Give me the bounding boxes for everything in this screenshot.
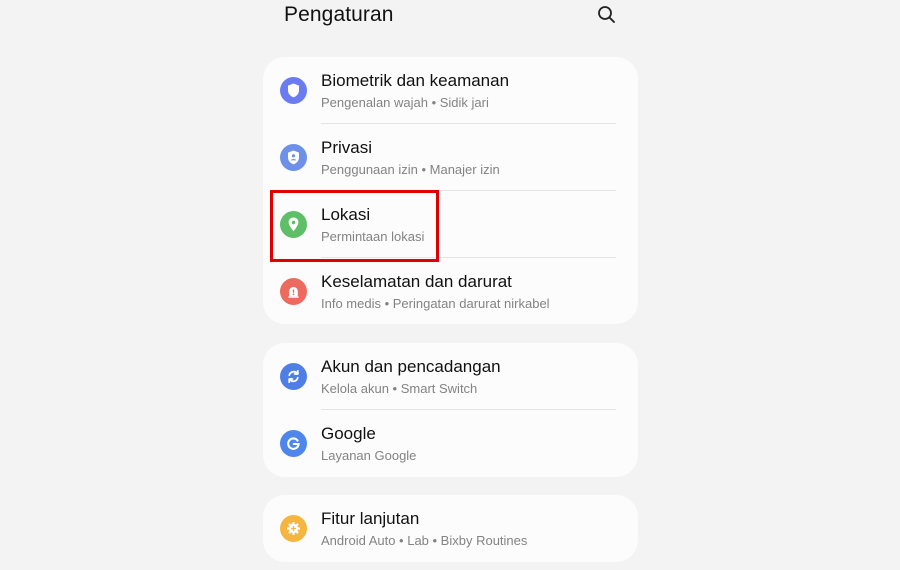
settings-item-google[interactable]: Google Layanan Google [263, 410, 638, 477]
item-title: Akun dan pencadangan [321, 357, 501, 376]
page-title: Pengaturan [284, 3, 394, 26]
item-title: Biometrik dan keamanan [321, 71, 510, 90]
item-title: Google [321, 424, 376, 443]
emergency-icon [280, 278, 307, 305]
google-icon [280, 430, 307, 457]
header: Pengaturan [284, 0, 624, 34]
item-subtitle: Pengenalan wajah • Sidik jari [321, 95, 489, 110]
settings-group-advanced: Fitur lanjutan Android Auto • Lab • Bixb… [263, 495, 638, 562]
settings-item-advanced-features[interactable]: Fitur lanjutan Android Auto • Lab • Bixb… [263, 495, 638, 562]
location-pin-icon [280, 211, 307, 238]
item-title: Lokasi [321, 205, 371, 224]
settings-item-safety-emergency[interactable]: Keselamatan dan darurat Info medis • Per… [263, 258, 638, 325]
privacy-icon [280, 144, 307, 171]
item-title: Keselamatan dan darurat [321, 272, 512, 291]
gear-plus-icon [280, 515, 307, 542]
search-icon [598, 6, 615, 23]
settings-item-location[interactable]: Lokasi Permintaan lokasi [263, 191, 638, 258]
item-subtitle: Permintaan lokasi [321, 229, 425, 244]
settings-item-biometrics[interactable]: Biometrik dan keamanan Pengenalan wajah … [263, 57, 638, 124]
item-title: Fitur lanjutan [321, 509, 420, 528]
item-subtitle: Kelola akun • Smart Switch [321, 381, 478, 396]
shield-icon [280, 77, 307, 104]
item-subtitle: Layanan Google [321, 448, 417, 463]
search-button[interactable] [596, 4, 618, 26]
settings-item-privacy[interactable]: Privasi Penggunaan izin • Manajer izin [263, 124, 638, 191]
item-subtitle: Android Auto • Lab • Bixby Routines [321, 533, 528, 548]
item-title: Privasi [321, 138, 373, 157]
settings-group-security: Biometrik dan keamanan Pengenalan wajah … [263, 57, 638, 324]
settings-group-accounts: Akun dan pencadangan Kelola akun • Smart… [263, 343, 638, 477]
item-subtitle: Penggunaan izin • Manajer izin [321, 162, 500, 177]
item-subtitle: Info medis • Peringatan darurat nirkabel [321, 296, 550, 311]
settings-item-accounts-backup[interactable]: Akun dan pencadangan Kelola akun • Smart… [263, 343, 638, 410]
sync-icon [280, 363, 307, 390]
